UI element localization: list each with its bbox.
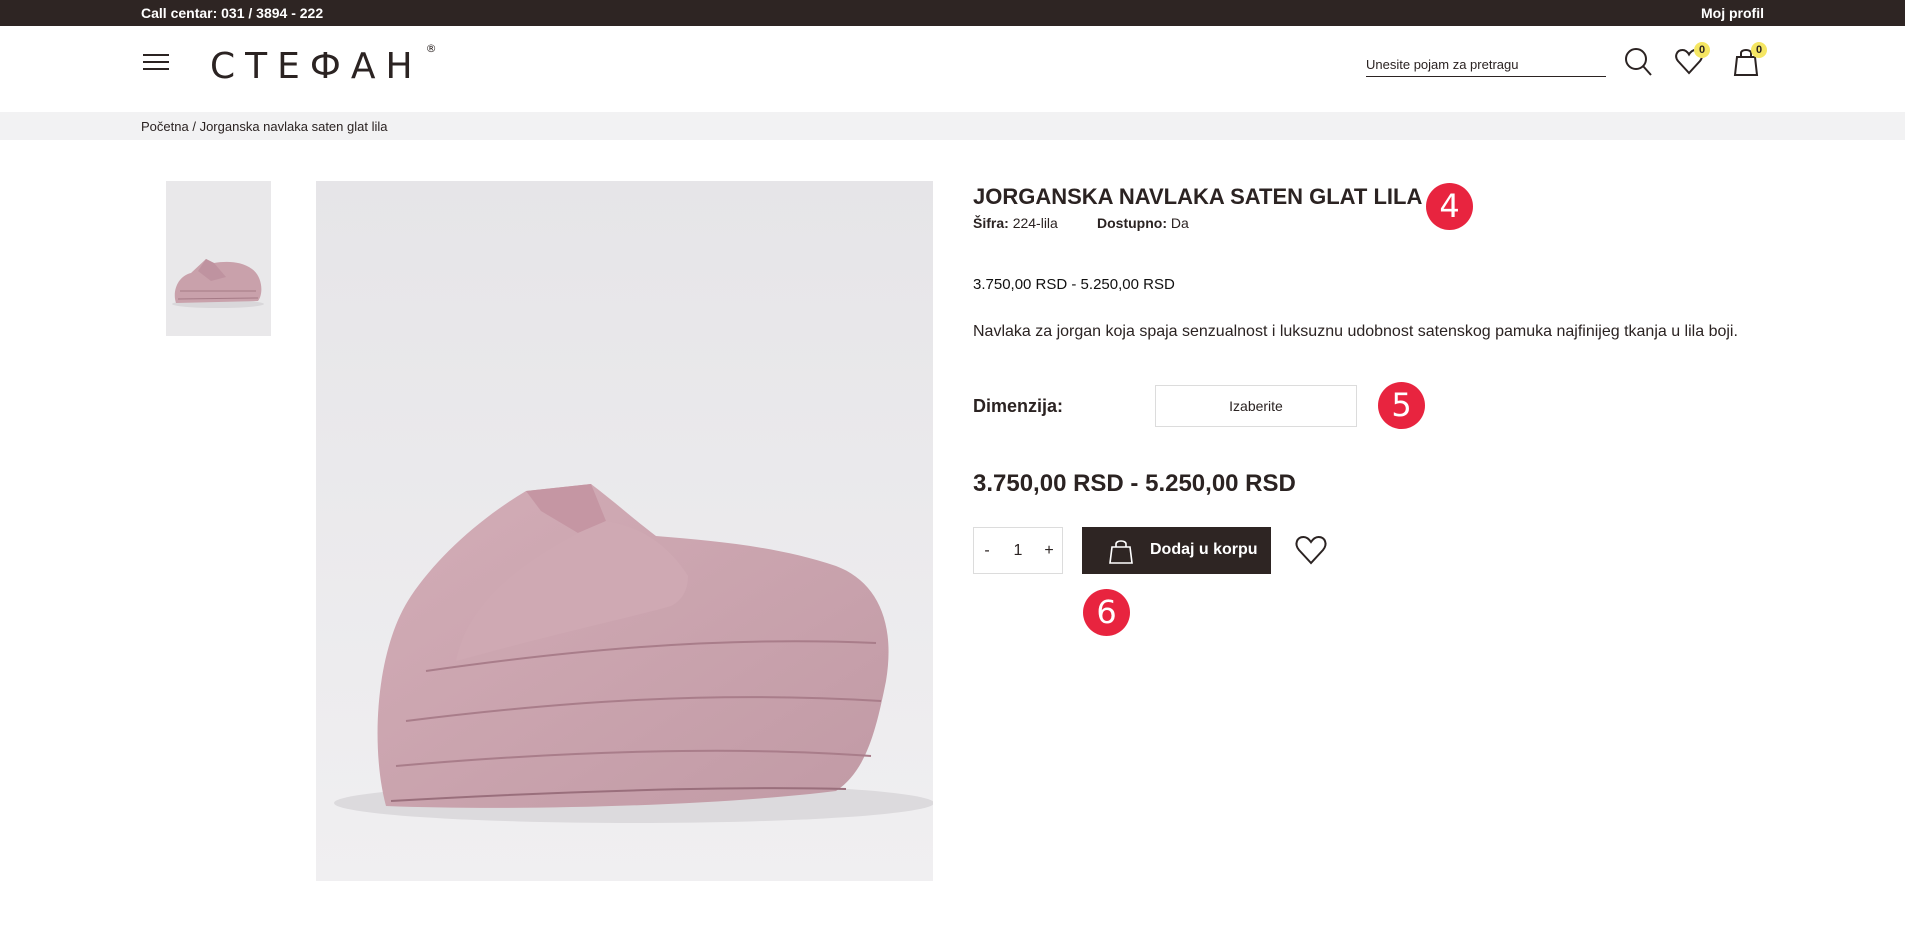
heart-icon	[1295, 535, 1327, 565]
search-input[interactable]	[1366, 52, 1606, 77]
search-icon[interactable]	[1624, 46, 1654, 78]
sku-value: 224-lila	[1012, 215, 1058, 231]
product-description: Navlaka za jorgan koja spaja senzualnost…	[973, 323, 1738, 340]
logo[interactable]: СТЕФАН ®	[210, 42, 437, 87]
quantity-input[interactable]	[1000, 528, 1036, 573]
price-range: 3.750,00 RSD - 5.250,00 RSD	[973, 276, 1175, 293]
bag-icon	[1109, 540, 1133, 564]
wishlist-button[interactable]: 0	[1674, 42, 1710, 78]
quantity-increase-button[interactable]: +	[1036, 528, 1062, 573]
product-thumbnail[interactable]	[166, 181, 271, 336]
availability: Dostupno: Da	[1097, 215, 1189, 231]
breadcrumb: Početna / Jorganska navlaka saten glat l…	[0, 112, 1905, 140]
add-to-cart-button[interactable]: Dodaj u korpu	[1082, 527, 1271, 574]
availability-label: Dostupno:	[1097, 215, 1167, 231]
site-header: СТЕФАН ® 0 0	[0, 26, 1905, 112]
annotation-marker-5: 5	[1378, 382, 1425, 429]
quantity-decrease-button[interactable]: -	[974, 528, 1000, 573]
registered-mark: ®	[425, 42, 437, 55]
cart-count-badge: 0	[1751, 42, 1767, 58]
product-main-image[interactable]	[316, 181, 933, 881]
breadcrumb-home[interactable]: Početna	[141, 119, 189, 134]
sku-label: Šifra:	[973, 215, 1009, 231]
top-bar: Call centar: 031 / 3894 - 222 Moj profil	[0, 0, 1905, 26]
add-to-wishlist-button[interactable]	[1294, 533, 1328, 567]
dimension-label: Dimenzija:	[973, 396, 1064, 416]
wishlist-count-badge: 0	[1694, 42, 1710, 58]
dimension-select[interactable]: Izaberite	[1155, 385, 1357, 427]
annotation-marker-4: 4	[1426, 183, 1473, 230]
sku: Šifra: 224-lila	[973, 215, 1058, 231]
product-title: JORGANSKA NAVLAKA SATEN GLAT LILA	[973, 184, 1423, 209]
availability-value: Da	[1170, 215, 1189, 231]
add-to-cart-label: Dodaj u korpu	[1150, 541, 1258, 558]
price-range-large: 3.750,00 RSD - 5.250,00 RSD	[973, 470, 1296, 497]
cart-button[interactable]: 0	[1731, 42, 1767, 78]
breadcrumb-separator: /	[192, 119, 196, 134]
quantity-stepper: - +	[973, 527, 1063, 574]
menu-icon[interactable]	[143, 54, 169, 74]
annotation-marker-6: 6	[1083, 589, 1130, 636]
logo-text: СТЕФАН	[210, 46, 423, 87]
my-profile-link[interactable]: Moj profil	[1701, 5, 1764, 21]
breadcrumb-current: Jorganska navlaka saten glat lila	[199, 119, 388, 134]
call-center-text: Call centar: 031 / 3894 - 222	[141, 5, 324, 21]
